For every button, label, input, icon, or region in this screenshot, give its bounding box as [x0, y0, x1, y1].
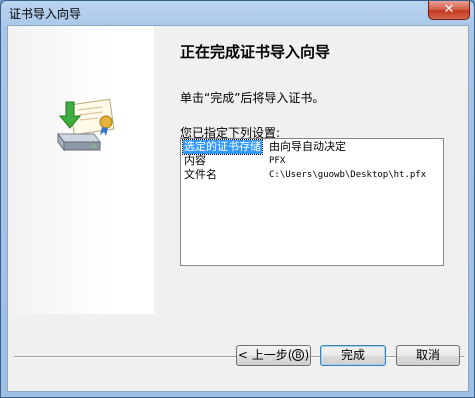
certificate-import-icon — [57, 98, 115, 152]
title-bar[interactable]: 证书导入向导 ✕ — [1, 1, 474, 25]
wizard-window: 证书导入向导 ✕ 正在完成证书导入向导 单击“完成”后将导入证书。 您已指定下列… — [0, 0, 475, 398]
wizard-side-panel — [8, 26, 154, 314]
back-button[interactable]: < 上一步(B) — [236, 345, 311, 366]
client-area: 正在完成证书导入向导 单击“完成”后将导入证书。 您已指定下列设置: 选定的证书… — [7, 25, 469, 392]
back-accel-key: B — [292, 349, 305, 361]
back-button-label: < 上一步 — [237, 348, 288, 362]
settings-key: 内容 — [184, 154, 206, 167]
settings-value: 由向导自动决定 — [269, 140, 346, 153]
instruction-text: 单击“完成”后将导入证书。 — [180, 91, 325, 105]
settings-value: C:\Users\guowb\Desktop\ht.pfx — [269, 170, 427, 180]
settings-value: PFX — [269, 156, 286, 166]
back-accel-close: ) — [304, 348, 310, 362]
finish-button[interactable]: 完成 — [320, 345, 386, 366]
close-icon: ✕ — [443, 2, 455, 17]
window-title: 证书导入向导 — [9, 7, 82, 21]
page-title: 正在完成证书导入向导 — [180, 43, 331, 61]
settings-key: 选定的证书存储 — [182, 139, 263, 155]
wizard-content: 正在完成证书导入向导 单击“完成”后将导入证书。 您已指定下列设置: 选定的证书… — [154, 26, 468, 356]
close-button[interactable]: ✕ — [428, 1, 470, 20]
cancel-button[interactable]: 取消 — [396, 345, 460, 366]
settings-list[interactable]: 选定的证书存储 由向导自动决定 内容 PFX 文件名 C:\Users\guow… — [180, 138, 444, 266]
settings-key: 文件名 — [184, 168, 217, 181]
